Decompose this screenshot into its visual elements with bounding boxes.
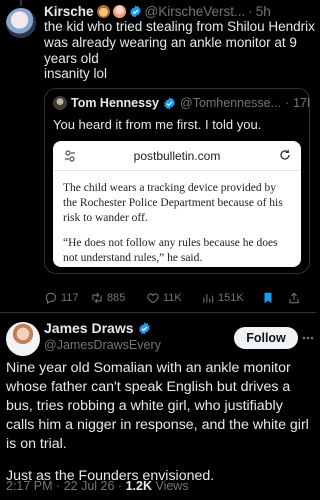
repost-button[interactable]: 885 xyxy=(90,291,146,305)
post-text-line: whose father can't speak English but dri… xyxy=(6,379,291,395)
reply-count: 117 xyxy=(61,292,79,304)
emoji-icon xyxy=(96,4,110,18)
post-text: the kid who tried stealing from Shilou H… xyxy=(44,19,315,82)
thread-line xyxy=(20,0,22,6)
post-text-line: insanity lol xyxy=(44,66,108,82)
post-text-line: years old xyxy=(44,50,99,66)
quoted-post-time: 17h xyxy=(293,96,309,110)
verified-badge-icon xyxy=(138,322,150,334)
quoted-post[interactable]: Tom Hennessy @Tomhennesse... · 17h You h… xyxy=(44,88,310,274)
article-url: postbulletin.com xyxy=(133,149,221,163)
repost-count: 885 xyxy=(107,292,126,304)
post-text: Nine year old Somalian with an ankle mon… xyxy=(6,359,312,486)
like-button[interactable]: 11K xyxy=(146,291,201,305)
emoji-icon xyxy=(112,4,126,18)
post-actions: 117 885 11K 151K xyxy=(44,289,310,307)
post-text-line: the kid who tried stealing from Shilou H… xyxy=(44,19,315,34)
repost-icon xyxy=(92,292,102,304)
post-text-line: was already wearing an ankle monitor at … xyxy=(44,34,297,50)
article-text-line: risk to wander off. xyxy=(63,212,148,224)
browser-bar: postbulletin.com xyxy=(53,141,301,171)
follow-button[interactable]: Follow xyxy=(234,327,298,349)
like-count: 11K xyxy=(163,292,182,304)
more-options-icon[interactable] xyxy=(302,336,314,340)
views-button[interactable]: 151K xyxy=(201,291,261,305)
share-button[interactable] xyxy=(287,291,305,305)
reply-author: James Draws xyxy=(44,320,151,336)
article-text-line: the Rochester Police Department because … xyxy=(63,197,283,209)
separator-dot: · xyxy=(117,479,123,493)
quoted-post-header: Tom Hennessy @Tomhennesse... · 17h xyxy=(53,96,309,110)
article-screenshot[interactable]: postbulletin.com The child wears a track… xyxy=(53,141,301,267)
heart-icon xyxy=(147,293,159,304)
post-header: Kirsche @KirscheVerst... · 5h xyxy=(44,2,271,20)
article-text-line: “He does not follow any rules because he… xyxy=(63,237,278,249)
separator-dot: · xyxy=(56,479,61,493)
avatar[interactable] xyxy=(6,8,36,38)
verified-badge-icon xyxy=(129,5,141,17)
post-time[interactable]: 2:17 PM xyxy=(6,479,53,493)
author-name[interactable]: James Draws xyxy=(44,320,134,336)
retweeted-post[interactable]: Kirsche @KirscheVerst... · 5h the kid wh… xyxy=(0,0,316,312)
author-handle[interactable]: @JamesDrawsEvery xyxy=(44,338,161,352)
views-count[interactable]: 1.2K xyxy=(126,479,152,493)
separator-dot: · xyxy=(284,96,290,110)
post-text-line: Nine year old Somalian with an ankle mon… xyxy=(6,360,291,376)
article-text-line: The child wears a tracking device provid… xyxy=(63,182,276,194)
avatar[interactable] xyxy=(6,322,40,356)
post-divider xyxy=(0,312,316,313)
share-icon xyxy=(289,292,299,304)
post-text-line: calls him a nigger in response, and the … xyxy=(6,417,309,433)
post-text-line: is on trial. xyxy=(6,436,67,452)
post-time[interactable]: 5h xyxy=(256,4,271,19)
analytics-icon xyxy=(203,293,214,303)
separator-dot: · xyxy=(248,3,253,19)
author-handle[interactable]: @KirscheVerst... xyxy=(145,4,246,19)
avatar[interactable] xyxy=(53,96,67,110)
views-label: Views xyxy=(155,479,189,493)
quoted-author-handle: @Tomhennesse... xyxy=(180,96,281,110)
view-count: 151K xyxy=(218,292,244,304)
author-name[interactable]: Kirsche xyxy=(44,4,94,19)
article-text: The child wears a tracking device provid… xyxy=(63,181,295,266)
reply-button[interactable]: 117 xyxy=(44,291,90,305)
bookmark-icon xyxy=(264,292,272,304)
post-metadata: 2:17 PM · 22 Jul 26 · 1.2K Views xyxy=(6,479,189,493)
verified-badge-icon xyxy=(164,97,175,109)
quoted-author-name: Tom Hennessy xyxy=(71,96,159,110)
post-text-line: bus, tries robbing a white girl, who jus… xyxy=(6,398,283,414)
reply-icon xyxy=(45,292,57,305)
post-date[interactable]: 22 Jul 26 xyxy=(64,479,115,493)
bookmark-button[interactable] xyxy=(261,291,287,305)
quoted-post-text: You heard it from me first. I told you. xyxy=(53,117,262,132)
reload-icon xyxy=(280,149,290,160)
article-text-line: not understand rules,” he said. xyxy=(63,252,203,264)
